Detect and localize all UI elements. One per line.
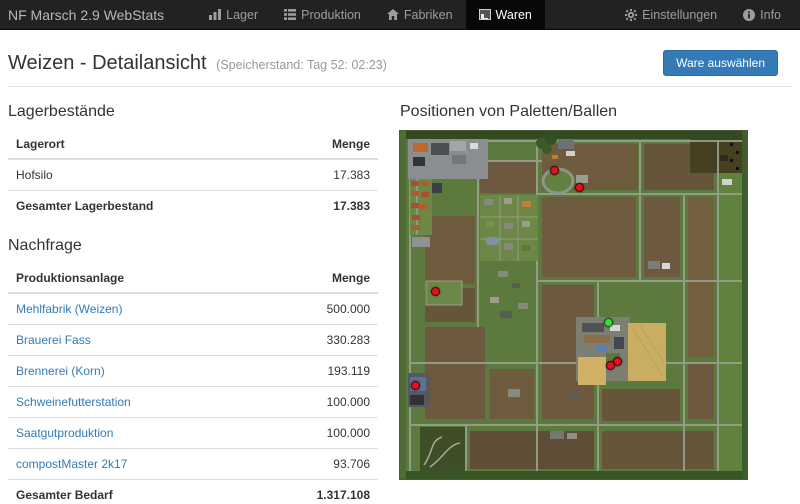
- nav-item-produktion[interactable]: Produktion: [271, 0, 374, 29]
- home-icon: [387, 9, 399, 20]
- info-icon: [743, 9, 755, 21]
- nav-item-lager[interactable]: Lager: [196, 0, 271, 29]
- red-marker: [606, 361, 615, 370]
- nav-item-label: Lager: [226, 8, 258, 22]
- demand-total-label: Gesamter Bedarf: [8, 480, 250, 504]
- storage-table: Lagerort Menge Hofsilo17.383 Gesamter La…: [8, 131, 378, 221]
- table-row: compostMaster 2k17 93.706: [8, 449, 378, 480]
- red-marker: [411, 381, 420, 390]
- table-row: Schweinefutterstation 100.000: [8, 387, 378, 418]
- page-title-text: Weizen - Detailansicht: [8, 52, 207, 74]
- pallet-position-map: [400, 131, 747, 479]
- nav-item-label: Waren: [496, 8, 532, 22]
- green-marker: [604, 318, 613, 327]
- demand-heading: Nachfrage: [8, 237, 378, 255]
- demand-total-row: Gesamter Bedarf 1.317.108: [8, 480, 378, 504]
- table-header-row: Lagerort Menge: [8, 131, 378, 159]
- red-marker: [431, 287, 440, 296]
- list-icon: [284, 9, 296, 20]
- amount-value: 93.706: [250, 449, 378, 480]
- demand-table: Produktionsanlage Menge Mehlfabrik (Weiz…: [8, 265, 378, 504]
- storage-table-body: Hofsilo17.383: [8, 159, 378, 191]
- right-column: Positionen von Paletten/Ballen: [400, 87, 747, 479]
- nav-item-label: Fabriken: [404, 8, 453, 22]
- amount-value: 17.383: [282, 159, 378, 191]
- production-facility-link[interactable]: compostMaster 2k17: [16, 457, 127, 471]
- red-marker: [550, 166, 559, 175]
- bar-chart-icon: [209, 9, 221, 20]
- red-marker: [575, 183, 584, 192]
- production-facility-link[interactable]: Brauerei Fass: [16, 333, 91, 347]
- demand-table-body: Mehlfabrik (Weizen) 500.000 Brauerei Fass 3…: [8, 293, 378, 480]
- nav-item-label: Produktion: [301, 8, 361, 22]
- nav-item-label: Info: [760, 8, 781, 22]
- storage-total-label: Gesamter Lagerbestand: [8, 191, 282, 222]
- savegame-timestamp: (Speicherstand: Tag 52: 02:23): [216, 58, 387, 72]
- navbar: NF Marsch 2.9 WebStats Lager Produktion …: [0, 0, 800, 30]
- storage-total-row: Gesamter Lagerbestand 17.383: [8, 191, 378, 222]
- nav-item-label: Einstellungen: [642, 8, 717, 22]
- amount-value: 100.000: [250, 418, 378, 449]
- nav-item-einstellungen[interactable]: Einstellungen: [612, 0, 730, 29]
- column-header-menge: Menge: [250, 265, 378, 293]
- column-header-menge: Menge: [282, 131, 378, 159]
- box-icon: [479, 9, 491, 20]
- table-row: Saatgutproduktion 100.000: [8, 418, 378, 449]
- left-column: Lagerbestände Lagerort Menge Hofsilo17.3…: [8, 87, 378, 504]
- nav-item-waren[interactable]: Waren: [466, 0, 545, 29]
- select-ware-button[interactable]: Ware auswählen: [663, 50, 778, 76]
- navbar-brand[interactable]: NF Marsch 2.9 WebStats: [0, 0, 174, 29]
- production-facility-link[interactable]: Mehlfabrik (Weizen): [16, 302, 122, 316]
- amount-value: 500.000: [250, 293, 378, 325]
- table-row: Brauerei Fass 330.283: [8, 325, 378, 356]
- table-header-row: Produktionsanlage Menge: [8, 265, 378, 293]
- page-container: Weizen - Detailansicht (Speicherstand: T…: [0, 30, 800, 504]
- map-heading: Positionen von Paletten/Ballen: [400, 103, 747, 121]
- aerial-map-image: [400, 131, 747, 479]
- page-header: Weizen - Detailansicht (Speicherstand: T…: [8, 30, 792, 87]
- production-facility-link[interactable]: Schweinefutterstation: [16, 395, 131, 409]
- table-row: Mehlfabrik (Weizen) 500.000: [8, 293, 378, 325]
- amount-value: 100.000: [250, 387, 378, 418]
- nav-item-fabriken[interactable]: Fabriken: [374, 0, 466, 29]
- storage-total-value: 17.383: [282, 191, 378, 222]
- demand-total-value: 1.317.108: [250, 480, 378, 504]
- storage-heading: Lagerbestände: [8, 103, 378, 121]
- column-header-produktionsanlage: Produktionsanlage: [8, 265, 250, 293]
- navbar-right-menu: Einstellungen Info: [612, 0, 794, 29]
- content: Lagerbestände Lagerort Menge Hofsilo17.3…: [8, 87, 792, 504]
- column-header-lagerort: Lagerort: [8, 131, 282, 159]
- table-row: Hofsilo17.383: [8, 159, 378, 191]
- nav-item-info[interactable]: Info: [730, 0, 794, 29]
- page-title: Weizen - Detailansicht (Speicherstand: T…: [8, 52, 387, 75]
- production-facility-link[interactable]: Brennerei (Korn): [16, 364, 105, 378]
- amount-value: 193.119: [250, 356, 378, 387]
- production-facility-link[interactable]: Saatgutproduktion: [16, 426, 113, 440]
- storage-location-label: Hofsilo: [8, 159, 282, 191]
- gear-icon: [625, 9, 637, 21]
- table-row: Brennerei (Korn) 193.119: [8, 356, 378, 387]
- amount-value: 330.283: [250, 325, 378, 356]
- navbar-menu: Lager Produktion Fabriken Waren: [196, 0, 545, 29]
